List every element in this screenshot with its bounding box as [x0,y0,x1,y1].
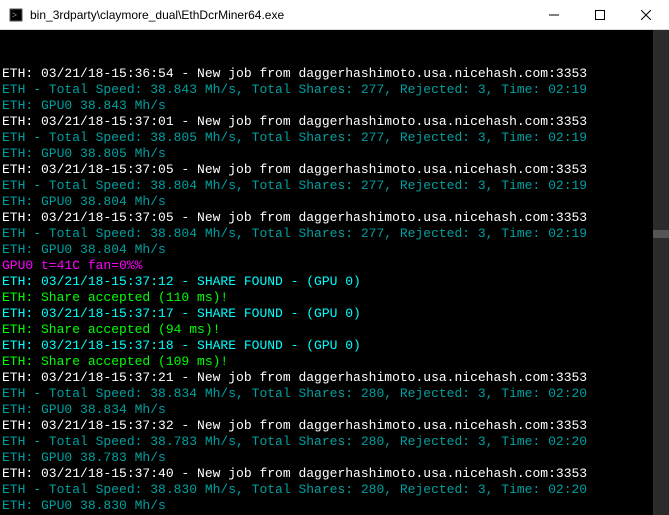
console-line: ETH - Total Speed: 38.830 Mh/s, Total Sh… [2,482,667,498]
close-button[interactable] [623,0,669,29]
console-line: ETH - Total Speed: 38.804 Mh/s, Total Sh… [2,226,667,242]
console-line: GPU0 t=41C fan=0%% [2,258,667,274]
console-line: ETH: 03/21/18-15:36:54 - New job from da… [2,66,667,82]
console-line: ETH: GPU0 38.830 Mh/s [2,498,667,514]
console-line: ETH: GPU0 38.804 Mh/s [2,194,667,210]
console-line: ETH - Total Speed: 38.843 Mh/s, Total Sh… [2,82,667,98]
console-line: ETH: GPU0 38.805 Mh/s [2,146,667,162]
console-line: ETH: GPU0 38.843 Mh/s [2,98,667,114]
console-line: ETH: Share accepted (109 ms)! [2,354,667,370]
console-line: ETH: GPU0 38.804 Mh/s [2,242,667,258]
window-controls [531,0,669,29]
console-line: ETH: 03/21/18-15:37:21 - New job from da… [2,370,667,386]
scrollbar-track[interactable] [653,30,669,515]
console-line: ETH: Share accepted (110 ms)! [2,290,667,306]
console-line: ETH: 03/21/18-15:37:05 - New job from da… [2,210,667,226]
console-line: ETH - Total Speed: 38.805 Mh/s, Total Sh… [2,130,667,146]
scrollbar-thumb[interactable] [653,230,669,238]
console-line: ETH: 03/21/18-15:37:18 - SHARE FOUND - (… [2,338,667,354]
console-line: ETH: 03/21/18-15:37:12 - SHARE FOUND - (… [2,274,667,290]
titlebar[interactable]: > bin_3rdparty\claymore_dual\EthDcrMiner… [0,0,669,30]
console-line: ETH - Total Speed: 38.783 Mh/s, Total Sh… [2,434,667,450]
console-window: > bin_3rdparty\claymore_dual\EthDcrMiner… [0,0,669,515]
console-line: ETH: 03/21/18-15:37:32 - New job from da… [2,418,667,434]
console-line: ETH: 03/21/18-15:37:05 - New job from da… [2,162,667,178]
console-line: ETH: Share accepted (94 ms)! [2,322,667,338]
console-line: ETH - Total Speed: 38.804 Mh/s, Total Sh… [2,178,667,194]
console-line: ETH: GPU0 38.834 Mh/s [2,402,667,418]
window-title: bin_3rdparty\claymore_dual\EthDcrMiner64… [30,8,531,22]
maximize-button[interactable] [577,0,623,29]
console-line: ETH: 03/21/18-15:37:01 - New job from da… [2,114,667,130]
svg-text:>: > [12,10,17,20]
console-line: ETH - Total Speed: 38.834 Mh/s, Total Sh… [2,386,667,402]
console-output[interactable]: ETH: 03/21/18-15:36:54 - New job from da… [0,30,669,515]
app-icon: > [8,7,24,23]
console-line: ETH: 03/21/18-15:37:17 - SHARE FOUND - (… [2,306,667,322]
console-line: ETH: GPU0 38.783 Mh/s [2,450,667,466]
console-line: ETH: 03/21/18-15:37:40 - New job from da… [2,466,667,482]
console-lines: ETH: 03/21/18-15:36:54 - New job from da… [2,66,667,515]
minimize-button[interactable] [531,0,577,29]
